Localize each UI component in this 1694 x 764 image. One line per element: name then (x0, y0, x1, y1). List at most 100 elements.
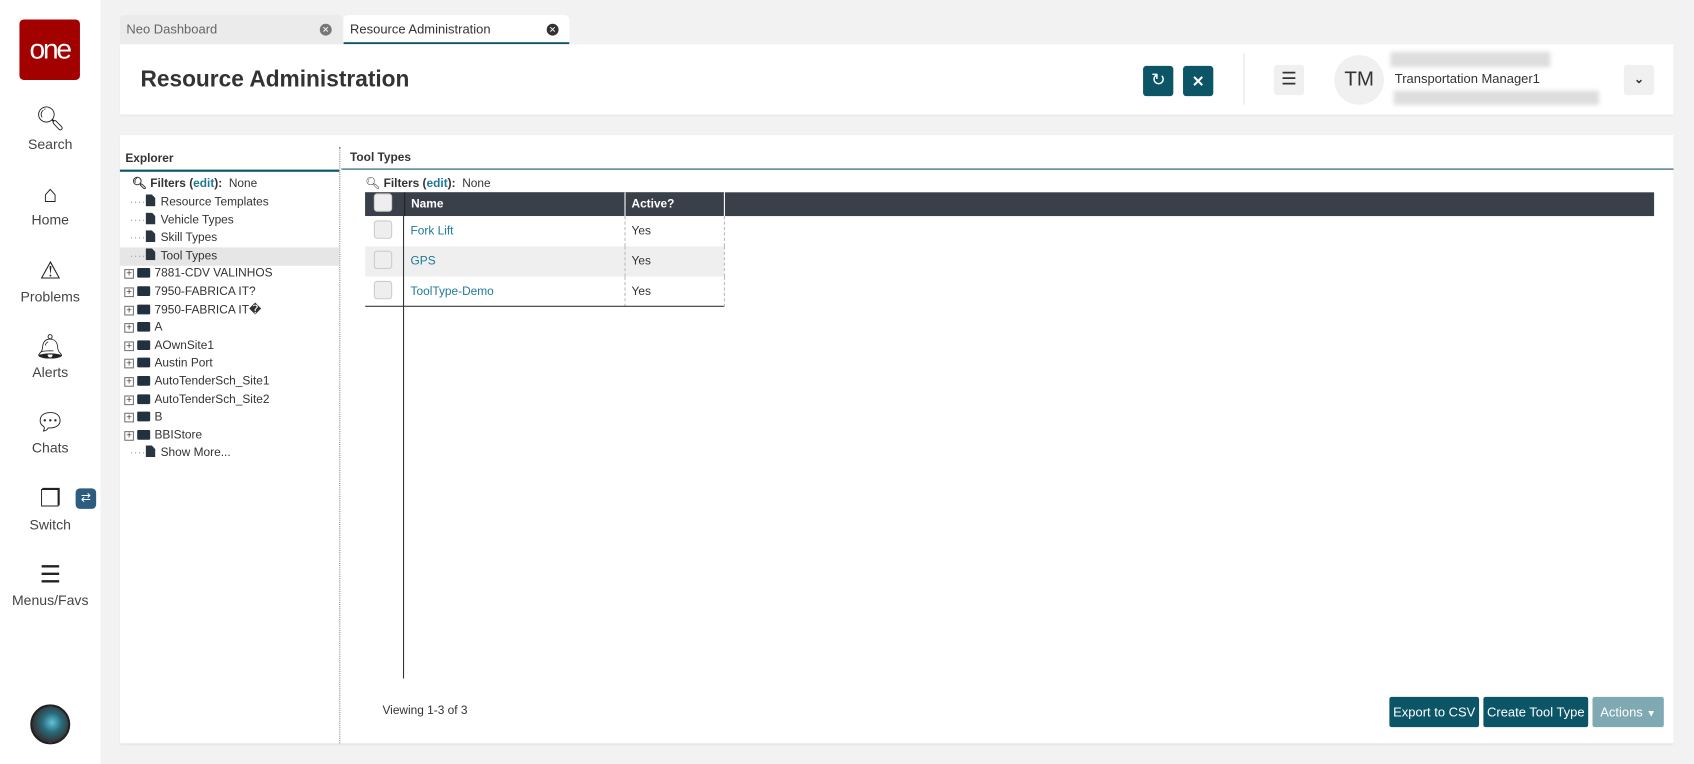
folder-icon (137, 268, 151, 279)
expand-icon[interactable]: + (124, 359, 134, 369)
tree-item-folder[interactable]: +7950-FABRICA IT? (120, 283, 339, 301)
sidebar-item-label: Alerts (32, 364, 69, 381)
sidebar: one 🔍︎ Search ⌂ Home ⚠ Problems 🔔︎ Alerts 💬︎… (0, 0, 101, 764)
sidebar-item-search[interactable]: 🔍︎ Search (0, 105, 100, 153)
tab-neo-dashboard[interactable]: Neo Dashboard ✕ (119, 15, 343, 45)
grid-filters: 🔍︎ Filters (edit): None (365, 177, 491, 191)
select-all-checkbox[interactable] (373, 193, 393, 212)
expand-icon[interactable]: + (124, 305, 134, 316)
switch-arrows-icon[interactable]: ⇄ (75, 488, 97, 509)
user-dropdown-button[interactable]: ⌄ (1623, 64, 1655, 96)
tree-item-label: 7881-CDV VALINHOS (154, 267, 273, 281)
folder-icon (137, 375, 151, 386)
explorer-title: Explorer (125, 152, 174, 166)
tree-item-label: 7950-FABRICA IT? (154, 285, 256, 299)
menu-icon: ☰ (39, 560, 61, 588)
folder-icon (137, 429, 151, 440)
tree-item-label: Resource Templates (160, 195, 269, 209)
tree-item-doc[interactable]: ···· Skill Types (120, 229, 339, 247)
tree-item-folder[interactable]: + B (120, 409, 339, 427)
expand-icon[interactable]: + (124, 269, 134, 280)
home-icon: ⌂ (43, 180, 58, 208)
sidebar-item-menus-favs[interactable]: ☰ Menus/Favs (0, 560, 100, 608)
refresh-button[interactable]: ↻ (1143, 65, 1174, 97)
tool-type-link[interactable]: Fork Lift (411, 225, 454, 238)
expand-icon[interactable]: + (124, 323, 134, 333)
close-button[interactable]: ✕ (1183, 65, 1214, 97)
document-icon (145, 445, 156, 458)
document-icon (145, 248, 156, 261)
row-checkbox[interactable] (373, 220, 393, 239)
blurred-user-detail (1393, 90, 1599, 105)
expand-icon[interactable]: + (124, 287, 134, 298)
tree-item-folder[interactable]: + Austin Port (120, 355, 339, 373)
expand-icon[interactable]: + (124, 341, 134, 351)
close-tab-icon[interactable]: ✕ (319, 23, 332, 36)
expand-icon[interactable]: + (124, 377, 134, 387)
tool-type-link[interactable]: ToolType-Demo (411, 285, 494, 298)
row-select-cell (365, 277, 404, 307)
user-role: Transportation Manager1 (1394, 71, 1540, 87)
warning-icon: ⚠ (39, 257, 61, 285)
pane-splitter[interactable] (339, 146, 341, 744)
sidebar-item-problems[interactable]: ⚠ Problems (0, 257, 100, 305)
column-header-name[interactable]: Name (403, 192, 625, 217)
tree-item-folder[interactable]: + AutoTenderSch_Site2 (120, 391, 339, 409)
name-cell: Fork Lift (404, 216, 626, 247)
sidebar-item-label: Switch (29, 516, 71, 533)
folder-icon (137, 286, 151, 297)
tree-item-doc[interactable]: ···· Resource Templates (120, 193, 339, 211)
main-underline (341, 168, 1674, 170)
expand-icon[interactable]: + (124, 394, 134, 405)
refresh-icon: ↻ (1150, 71, 1166, 90)
export-csv-button[interactable]: Export to CSV (1389, 696, 1480, 728)
tree-item-folder[interactable]: + AutoTenderSch_Site1 (120, 373, 339, 391)
sidebar-item-alerts[interactable]: 🔔︎ Alerts (0, 333, 100, 381)
explorer-filters: 🔍︎ Filters (edit): None (131, 177, 258, 191)
app-logo[interactable]: one (19, 19, 80, 80)
tree-item-doc[interactable]: ···· Vehicle Types (120, 211, 339, 229)
folder-icon (137, 393, 151, 404)
filters-edit-link[interactable]: edit (427, 177, 448, 190)
actions-button[interactable]: Actions ▼ (1592, 696, 1664, 728)
tool-types-title: Tool Types (350, 151, 412, 165)
tree-item-label: Vehicle Types (160, 213, 234, 227)
sidebar-item-chats[interactable]: 💬︎ Chats (0, 409, 100, 456)
blurred-user-name (1390, 51, 1551, 67)
page-header: Resource Administration ↻ ✕ ☰ TM Transpo… (119, 44, 1674, 115)
tree-item-folder[interactable]: +7950-FABRICA IT� (120, 301, 339, 319)
table-row[interactable]: ToolType-Demo Yes (365, 276, 725, 307)
tool-type-link[interactable]: GPS (411, 255, 436, 268)
select-all-header (365, 192, 405, 217)
row-checkbox[interactable] (373, 280, 393, 300)
sidebar-item-label: Home (31, 211, 69, 228)
sidebar-item-label: Problems (20, 288, 80, 305)
table-row[interactable]: Fork Lift Yes (365, 216, 725, 247)
tab-resource-administration[interactable]: Resource Administration ✕ (343, 15, 570, 45)
expand-icon[interactable]: + (124, 412, 134, 423)
tree-item-label: AutoTenderSch_Site2 (154, 392, 270, 406)
tree-item-show-more[interactable]: ···· Show More... (120, 444, 339, 462)
user-avatar-image[interactable] (30, 704, 71, 745)
filters-edit-link[interactable]: edit (193, 177, 214, 190)
table-row[interactable]: GPS Yes (365, 246, 725, 277)
close-tab-icon[interactable]: ✕ (546, 23, 559, 36)
tree-item-folder[interactable]: + AOwnSite1 (120, 337, 339, 355)
close-icon: ✕ (1191, 72, 1205, 90)
column-header-active[interactable]: Active? (623, 192, 725, 217)
tree-item-folder[interactable]: + BBIStore (120, 427, 339, 445)
expand-icon[interactable]: + (124, 430, 134, 441)
tree-item-doc[interactable]: ···· Tool Types (119, 247, 340, 266)
row-checkbox[interactable] (373, 250, 393, 270)
explorer-underline (119, 169, 340, 172)
tab-label: Neo Dashboard (126, 21, 218, 37)
hamburger-menu-button[interactable]: ☰ (1273, 64, 1305, 96)
user-avatar[interactable]: TM (1334, 55, 1384, 105)
tree-item-folder[interactable]: + A (120, 319, 339, 337)
create-tool-type-button[interactable]: Create Tool Type (1483, 696, 1589, 728)
search-icon: 🔍︎ (131, 177, 147, 191)
sidebar-item-label: Search (27, 136, 73, 153)
tree-item-folder[interactable]: +7881-CDV VALINHOS (120, 265, 339, 283)
sidebar-item-home[interactable]: ⌂ Home (0, 180, 100, 228)
filters-label: Filters (150, 177, 186, 191)
